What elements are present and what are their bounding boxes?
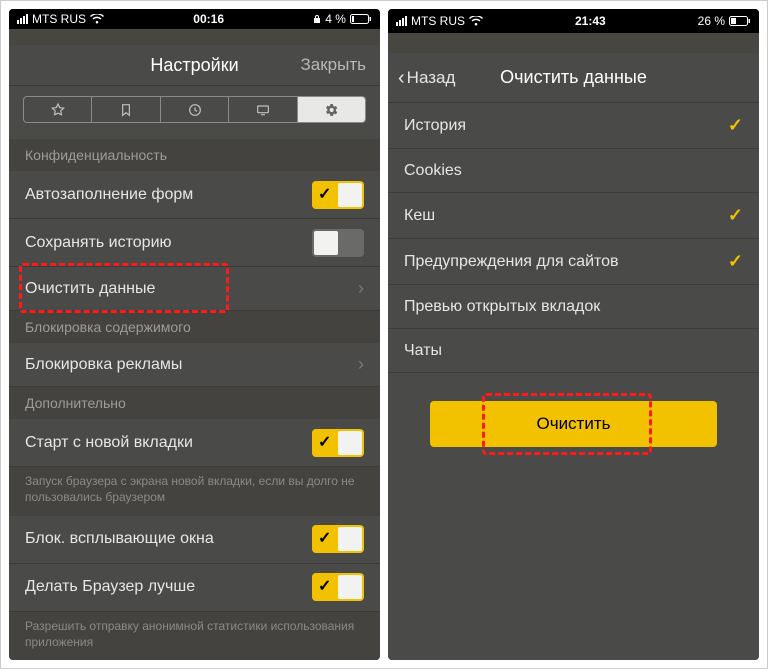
navbar: ‹ Назад Очистить данные xyxy=(388,53,759,103)
row-improve-desc: Разрешить отправку анонимной статистики … xyxy=(9,612,380,660)
section-privacy: Конфиденциальность xyxy=(9,139,380,171)
wifi-icon xyxy=(469,16,483,26)
tab-settings[interactable] xyxy=(298,97,365,122)
navbar: Настройки Закрыть xyxy=(9,45,380,86)
battery-label: 26 % xyxy=(698,14,725,28)
status-time: 00:16 xyxy=(193,12,224,26)
row-autofill-label: Автозаполнение форм xyxy=(25,186,193,204)
row-save-history[interactable]: Сохранять историю xyxy=(9,219,380,267)
tab-favorites[interactable] xyxy=(24,97,92,122)
icon-tab-bar xyxy=(23,96,366,123)
sheet-grabber-area xyxy=(9,29,380,45)
row-block-popups[interactable]: Блок. всплывающие окна xyxy=(9,516,380,564)
nav-title: Очистить данные xyxy=(500,67,647,88)
battery-icon xyxy=(729,16,751,26)
row-cache[interactable]: Кеш ✓ xyxy=(388,193,759,239)
row-improve-label: Делать Браузер лучше xyxy=(25,578,195,596)
section-extra: Дополнительно xyxy=(9,387,380,419)
phone-right-clear-data: MTS RUS 21:43 26 % ‹ Назад Очистить данн… xyxy=(388,9,759,660)
nav-title: Настройки xyxy=(150,55,238,76)
section-content-block: Блокировка содержимого xyxy=(9,311,380,343)
signal-icon xyxy=(396,16,407,26)
clear-button-wrap: Очистить xyxy=(388,373,759,475)
row-tab-previews[interactable]: Превью открытых вкладок xyxy=(388,285,759,329)
row-chats-label: Чаты xyxy=(404,342,442,360)
check-icon: ✓ xyxy=(728,251,743,272)
row-cache-label: Кеш xyxy=(404,207,435,225)
row-improve[interactable]: Делать Браузер лучше xyxy=(9,564,380,612)
tab-desktop[interactable] xyxy=(229,97,297,122)
chevron-right-icon: › xyxy=(358,354,364,375)
check-icon: ✓ xyxy=(728,115,743,136)
toggle-block-popups[interactable] xyxy=(312,525,364,553)
row-autofill[interactable]: Автозаполнение форм xyxy=(9,171,380,219)
toggle-save-history[interactable] xyxy=(312,229,364,257)
toggle-start-new-tab[interactable] xyxy=(312,429,364,457)
carrier-label: MTS RUS xyxy=(411,14,465,28)
row-clear-data[interactable]: Очистить данные › xyxy=(9,267,380,311)
tab-bookmarks[interactable] xyxy=(92,97,160,122)
back-button[interactable]: ‹ Назад xyxy=(398,68,455,88)
row-save-history-label: Сохранять историю xyxy=(25,234,172,252)
row-start-new-tab[interactable]: Старт с новой вкладки xyxy=(9,419,380,467)
check-icon: ✓ xyxy=(728,205,743,226)
row-history-label: История xyxy=(404,117,466,135)
row-tab-previews-label: Превью открытых вкладок xyxy=(404,298,600,316)
status-bar: MTS RUS 21:43 26 % xyxy=(388,9,759,33)
row-adblock[interactable]: Блокировка рекламы › xyxy=(9,343,380,387)
row-site-warnings[interactable]: Предупреждения для сайтов ✓ xyxy=(388,239,759,285)
lock-icon xyxy=(313,14,321,24)
status-bar: MTS RUS 00:16 4 % xyxy=(9,9,380,29)
signal-icon xyxy=(17,14,28,24)
toggle-autofill[interactable] xyxy=(312,181,364,209)
row-chats[interactable]: Чаты xyxy=(388,329,759,373)
row-block-popups-label: Блок. всплывающие окна xyxy=(25,530,214,548)
carrier-label: MTS RUS xyxy=(32,12,86,26)
chevron-left-icon: ‹ xyxy=(398,68,405,88)
toggle-improve[interactable] xyxy=(312,573,364,601)
chevron-right-icon: › xyxy=(358,278,364,299)
phone-left-settings: MTS RUS 00:16 4 % Настройки Закрыть xyxy=(9,9,380,660)
row-start-new-tab-label: Старт с новой вкладки xyxy=(25,434,193,452)
status-time: 21:43 xyxy=(575,14,606,28)
row-adblock-label: Блокировка рекламы xyxy=(25,356,182,374)
battery-label: 4 % xyxy=(325,12,346,26)
row-cookies-label: Cookies xyxy=(404,162,462,180)
row-clear-data-label: Очистить данные xyxy=(25,280,155,298)
back-label: Назад xyxy=(407,68,456,88)
empty-space xyxy=(388,475,759,660)
wifi-icon xyxy=(90,14,104,24)
clear-data-list: История ✓ Cookies Кеш ✓ Предупреждения д… xyxy=(388,103,759,373)
clear-button[interactable]: Очистить xyxy=(430,401,717,447)
row-site-warnings-label: Предупреждения для сайтов xyxy=(404,253,619,271)
battery-icon xyxy=(350,14,372,24)
tab-history[interactable] xyxy=(161,97,229,122)
row-cookies[interactable]: Cookies xyxy=(388,149,759,193)
close-button[interactable]: Закрыть xyxy=(301,55,366,75)
sheet-grabber-area xyxy=(388,33,759,53)
row-history[interactable]: История ✓ xyxy=(388,103,759,149)
row-start-new-tab-desc: Запуск браузера с экрана новой вкладки, … xyxy=(9,467,380,515)
